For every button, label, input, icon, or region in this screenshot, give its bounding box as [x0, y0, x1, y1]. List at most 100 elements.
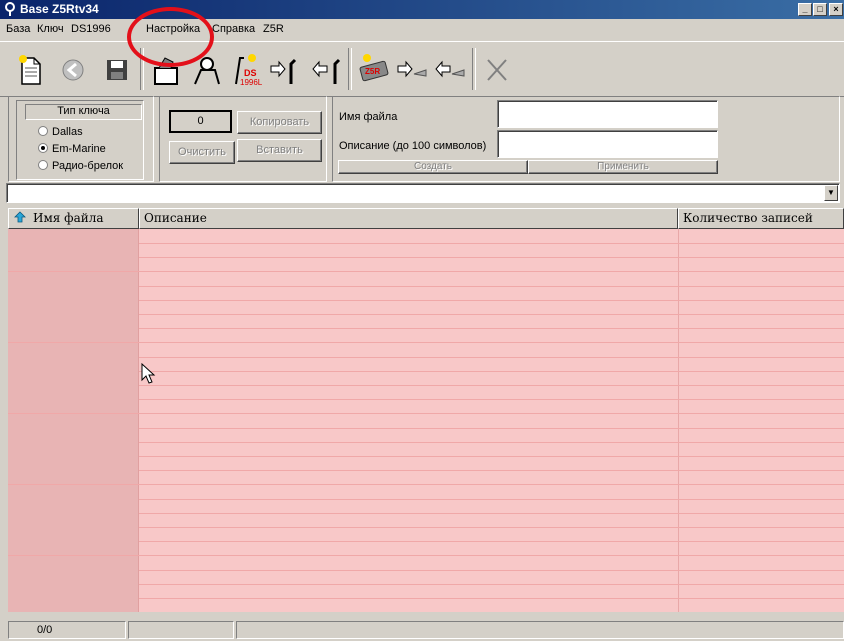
table-cell-filename [8, 342, 139, 357]
description-input[interactable] [497, 130, 718, 158]
table-row[interactable] [8, 513, 844, 528]
table-row[interactable] [8, 427, 844, 443]
annotation-circle [127, 7, 214, 67]
path-combobox[interactable]: ▼ [6, 183, 840, 203]
radio-dot-selected [38, 143, 48, 153]
new-document-icon[interactable] [12, 50, 48, 88]
table-body [8, 229, 844, 612]
table-row[interactable] [8, 569, 844, 585]
files-table[interactable]: Имя файла Описание Количество записей [8, 208, 844, 612]
table-cell-filename [8, 385, 139, 400]
filename-input[interactable] [497, 100, 718, 128]
radio-dallas[interactable]: Dallas [38, 126, 83, 138]
arrow-right-device-icon[interactable] [394, 50, 430, 88]
table-row[interactable] [8, 498, 844, 514]
arrow-right-key-icon[interactable] [267, 50, 303, 88]
table-cell-filename [8, 328, 139, 343]
title-bar[interactable]: Base Z5Rtv34 _ □ × [0, 0, 844, 19]
table-cell-filename [8, 314, 139, 329]
status-bar: 0/0 [0, 617, 844, 641]
table-row[interactable] [8, 371, 844, 386]
create-button[interactable]: Создать [338, 160, 528, 174]
table-cell-filename [8, 229, 139, 243]
table-cell-filename [8, 569, 139, 584]
table-row[interactable] [8, 584, 844, 599]
table-row[interactable] [8, 300, 844, 315]
table-row[interactable] [8, 399, 844, 415]
ds-label: DS [244, 68, 257, 78]
menu-z5r[interactable]: Z5R [263, 23, 284, 35]
table-cell-filename [8, 541, 139, 556]
key-app-icon [5, 2, 15, 16]
radio-radio-brelok[interactable]: Радио-брелок [38, 160, 123, 172]
table-cell-filename [8, 413, 139, 428]
table-row[interactable] [8, 285, 844, 301]
back-icon[interactable] [55, 50, 91, 88]
radio-dot [38, 160, 48, 170]
column-header-filename[interactable]: Имя файла [8, 208, 139, 229]
app-window: Base Z5Rtv34 _ □ × База Ключ DS1996 Наст… [0, 0, 844, 641]
table-row[interactable] [8, 484, 844, 500]
table-cell-filename [8, 257, 139, 272]
description-label: Описание (до 100 символов) [339, 140, 487, 152]
minimize-button[interactable]: _ [798, 3, 812, 16]
status-panel-2 [128, 621, 234, 639]
table-row[interactable] [8, 229, 844, 244]
menu-spravka[interactable]: Справка [212, 23, 255, 35]
close-button[interactable]: × [829, 3, 843, 16]
copy-button[interactable]: Копировать [237, 111, 322, 134]
menu-baza[interactable]: База [6, 23, 30, 35]
table-row[interactable] [8, 385, 844, 401]
column-header-record-count[interactable]: Количество записей [678, 208, 844, 229]
menu-ds1996[interactable]: DS1996 [71, 23, 111, 35]
table-row[interactable] [8, 527, 844, 543]
sort-arrow-icon [14, 211, 26, 223]
z5r-label: Z5R [365, 67, 380, 76]
paste-button[interactable]: Вставить [237, 139, 322, 162]
close-x-icon[interactable] [478, 50, 514, 88]
apply-button[interactable]: Применить [528, 160, 718, 174]
table-cell-filename [8, 470, 139, 485]
table-row[interactable] [8, 541, 844, 557]
table-cell-filename [8, 513, 139, 527]
table-cell-filename [8, 584, 139, 598]
table-row[interactable] [8, 456, 844, 472]
table-row[interactable] [8, 413, 844, 429]
table-cell-filename [8, 371, 139, 385]
column-header-description[interactable]: Описание [139, 208, 678, 229]
combo-dropdown-arrow-icon[interactable]: ▼ [824, 185, 838, 201]
menu-klyuch[interactable]: Ключ [37, 23, 64, 35]
table-row[interactable] [8, 342, 844, 358]
table-row[interactable] [8, 356, 844, 372]
table-row[interactable] [8, 442, 844, 457]
arrow-left-device-icon[interactable] [432, 50, 468, 88]
table-row[interactable] [8, 470, 844, 486]
window-title: Base Z5Rtv34 [20, 2, 99, 16]
table-row[interactable] [8, 598, 844, 612]
table-cell-filename [8, 598, 139, 612]
table-cell-filename [8, 456, 139, 471]
radio-em-marine[interactable]: Em-Marine [38, 143, 106, 155]
ds1996-icon[interactable]: DS 1996L [230, 50, 266, 88]
status-panel-3 [236, 621, 844, 639]
arrow-left-key-icon[interactable] [309, 50, 345, 88]
table-row[interactable] [8, 243, 844, 259]
table-row[interactable] [8, 555, 844, 571]
z5r-controller-icon[interactable]: Z5R [355, 50, 391, 88]
ds-sub-label: 1996L [240, 78, 263, 87]
status-position: 0/0 [8, 621, 126, 639]
maximize-button[interactable]: □ [813, 3, 827, 16]
table-row[interactable] [8, 328, 844, 344]
radio-dot [38, 126, 48, 136]
toolbar-separator [472, 48, 476, 90]
key-type-title: Тип ключа [25, 104, 142, 120]
table-row[interactable] [8, 257, 844, 273]
table-cell-filename [8, 484, 139, 499]
table-row[interactable] [8, 314, 844, 330]
table-cell-filename [8, 243, 139, 258]
save-icon[interactable] [99, 50, 135, 88]
table-row[interactable] [8, 271, 844, 287]
key-counter: 0 [169, 110, 232, 133]
toolbar-separator [348, 48, 352, 90]
clear-button[interactable]: Очистить [169, 141, 235, 164]
